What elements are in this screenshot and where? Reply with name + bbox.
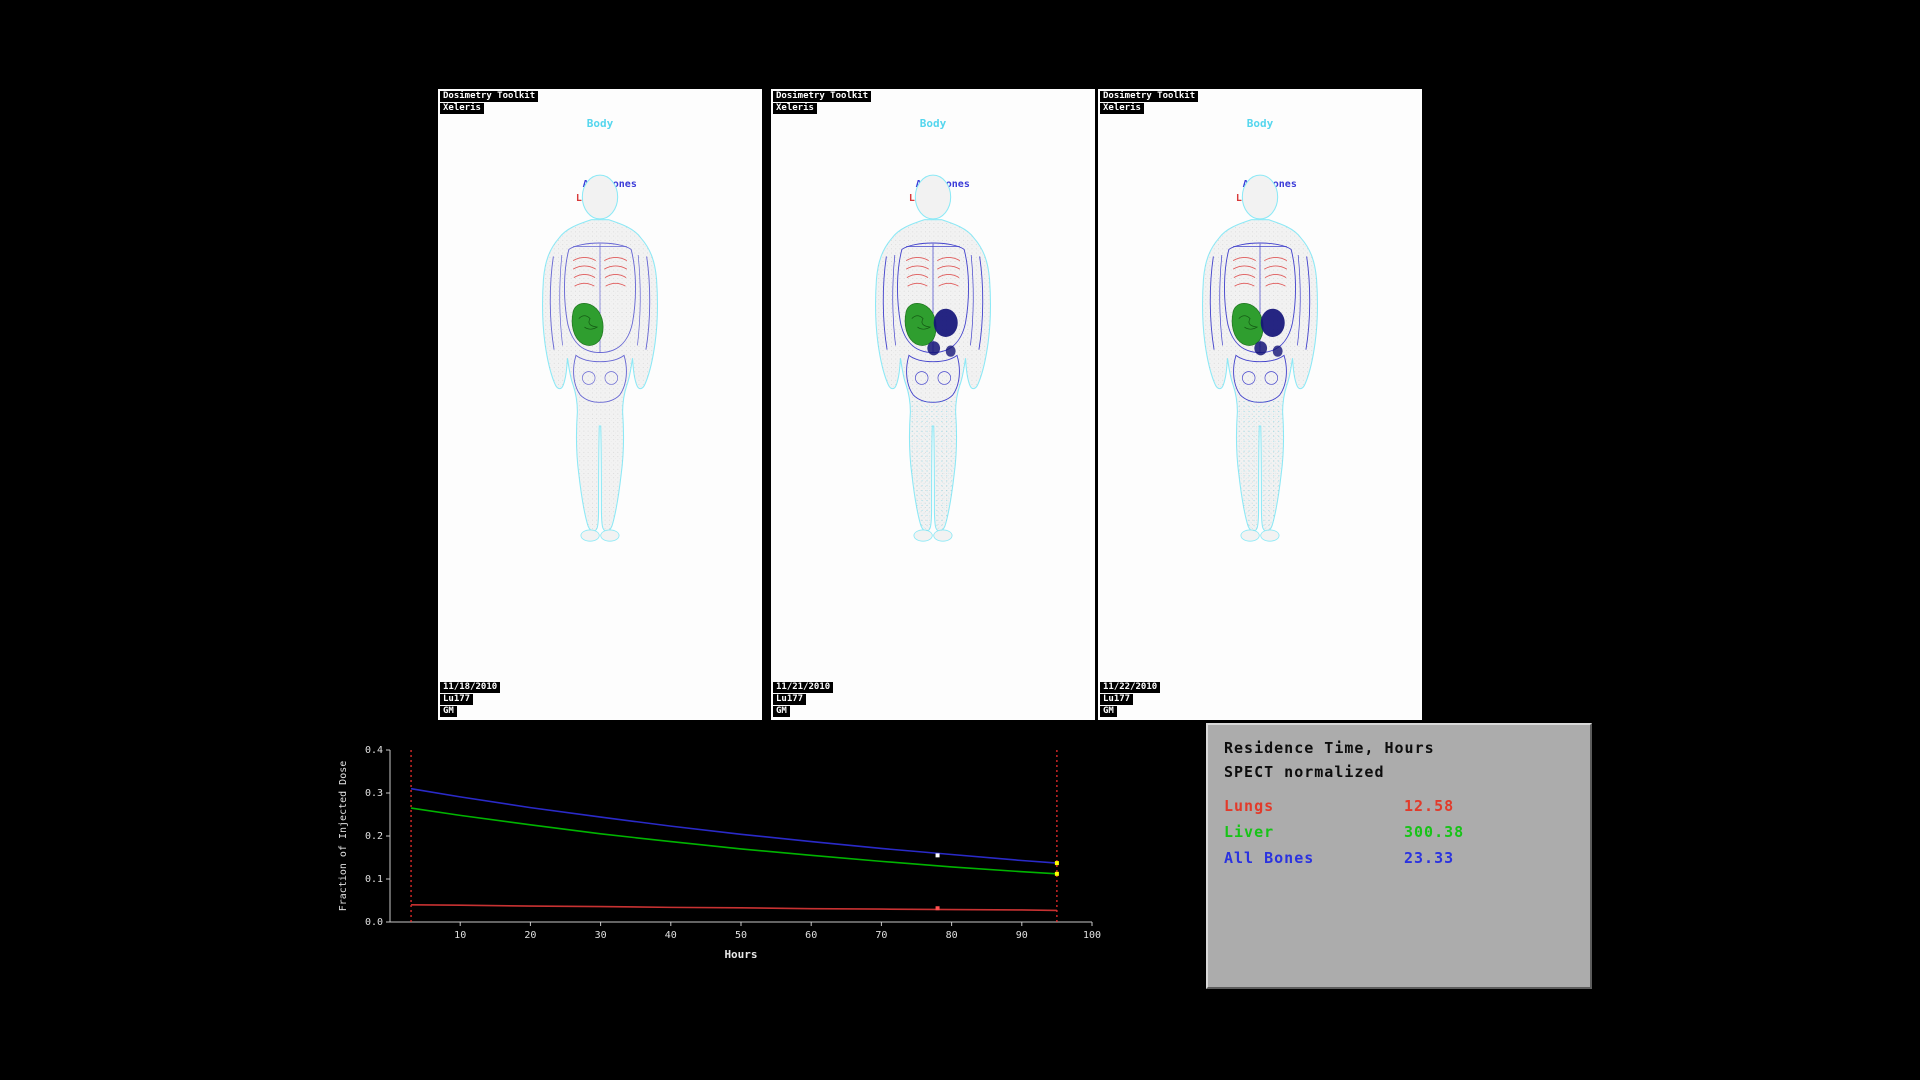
organ-label: Lungs bbox=[1224, 797, 1404, 815]
residence-time-panel: Residence Time, Hours SPECT normalized L… bbox=[1206, 723, 1592, 989]
isotope-label: Lu177 bbox=[1100, 694, 1133, 705]
panel-footer-labels: 11/22/2010 Lu177 GM bbox=[1100, 682, 1160, 718]
dose-curve-chart: 0.0 0.1 0.2 0.3 0.4 10 20 30 40 50 60 70 80 90 100 Frac… bbox=[332, 736, 1148, 976]
scan-panel-3[interactable]: Dosimetry Toolkit Xeleris Body All Bones… bbox=[1098, 89, 1422, 720]
svg-text:50: 50 bbox=[735, 930, 747, 941]
svg-text:100: 100 bbox=[1083, 930, 1101, 941]
body-scan-figure bbox=[1154, 135, 1366, 587]
svg-text:0.0: 0.0 bbox=[365, 917, 383, 928]
panel-footer-labels: 11/21/2010 Lu177 GM bbox=[773, 682, 833, 718]
panel-footer-labels: 11/18/2010 Lu177 GM bbox=[440, 682, 500, 718]
svg-text:60: 60 bbox=[805, 930, 817, 941]
toolkit-label: Dosimetry Toolkit bbox=[773, 91, 871, 102]
organ-value: 12.58 bbox=[1404, 797, 1454, 815]
residence-row-all-bones: All Bones 23.33 bbox=[1208, 845, 1590, 871]
residence-row-liver: Liver 300.38 bbox=[1208, 819, 1590, 845]
isotope-label: Lu177 bbox=[773, 694, 806, 705]
svg-text:90: 90 bbox=[1016, 930, 1028, 941]
body-contour-label: Body bbox=[771, 117, 1095, 130]
svg-text:Fraction of Injected Dose: Fraction of Injected Dose bbox=[338, 761, 349, 912]
residence-rows: Lungs 12.58 Liver 300.38 All Bones 23.33 bbox=[1208, 793, 1590, 871]
body-scan-figure bbox=[494, 135, 706, 587]
residence-subtitle: SPECT normalized bbox=[1208, 757, 1590, 781]
svg-text:0.1: 0.1 bbox=[365, 874, 383, 885]
body-contour-label: Body bbox=[1098, 117, 1422, 130]
organ-value: 300.38 bbox=[1404, 823, 1464, 841]
scan-panel-1[interactable]: Dosimetry Toolkit Xeleris Body All Bones… bbox=[438, 89, 762, 720]
body-contour-label: Body bbox=[438, 117, 762, 130]
svg-text:20: 20 bbox=[524, 930, 536, 941]
dose-curve-plot: 0.0 0.1 0.2 0.3 0.4 10 20 30 40 50 60 70 80 90 100 Frac… bbox=[332, 736, 1148, 976]
svg-text:30: 30 bbox=[595, 930, 607, 941]
body-scan-figure bbox=[827, 135, 1039, 587]
svg-text:80: 80 bbox=[946, 930, 958, 941]
system-label: Xeleris bbox=[440, 103, 484, 114]
toolkit-label: Dosimetry Toolkit bbox=[1100, 91, 1198, 102]
svg-text:10: 10 bbox=[454, 930, 466, 941]
organ-label: Liver bbox=[1224, 823, 1404, 841]
panel-header-labels: Dosimetry Toolkit Xeleris bbox=[1100, 91, 1198, 115]
units-label: GM bbox=[773, 706, 790, 717]
system-label: Xeleris bbox=[1100, 103, 1144, 114]
panel-header-labels: Dosimetry Toolkit Xeleris bbox=[440, 91, 538, 115]
organ-value: 23.33 bbox=[1404, 849, 1454, 867]
svg-text:0.4: 0.4 bbox=[365, 745, 383, 756]
organ-label: All Bones bbox=[1224, 849, 1404, 867]
svg-text:40: 40 bbox=[665, 930, 677, 941]
app-screen: Dosimetry Toolkit Xeleris Body All Bones… bbox=[0, 0, 1920, 1080]
units-label: GM bbox=[1100, 706, 1117, 717]
residence-row-lungs: Lungs 12.58 bbox=[1208, 793, 1590, 819]
scan-date-label: 11/21/2010 bbox=[773, 682, 833, 693]
svg-text:0.3: 0.3 bbox=[365, 788, 383, 799]
svg-text:Hours: Hours bbox=[724, 948, 757, 961]
scan-panel-2[interactable]: Dosimetry Toolkit Xeleris Body All Bones… bbox=[771, 89, 1095, 720]
scan-date-label: 11/22/2010 bbox=[1100, 682, 1160, 693]
panel-header-labels: Dosimetry Toolkit Xeleris bbox=[773, 91, 871, 115]
scan-date-label: 11/18/2010 bbox=[440, 682, 500, 693]
isotope-label: Lu177 bbox=[440, 694, 473, 705]
residence-title: Residence Time, Hours bbox=[1208, 725, 1590, 757]
svg-text:0.2: 0.2 bbox=[365, 831, 383, 842]
toolkit-label: Dosimetry Toolkit bbox=[440, 91, 538, 102]
units-label: GM bbox=[440, 706, 457, 717]
system-label: Xeleris bbox=[773, 103, 817, 114]
svg-text:70: 70 bbox=[875, 930, 887, 941]
